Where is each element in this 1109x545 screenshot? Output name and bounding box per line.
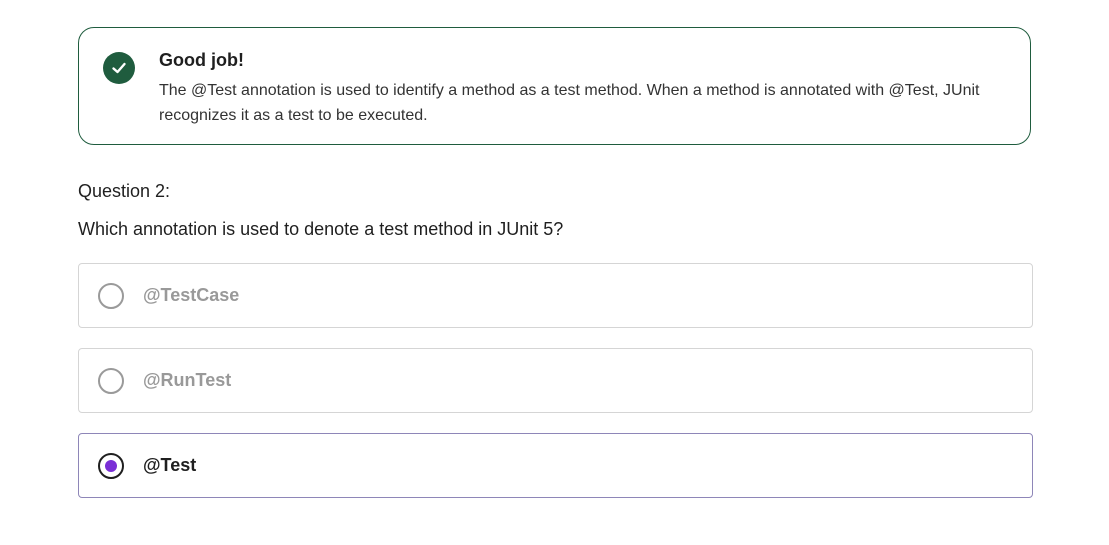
radio-button[interactable] [98,283,124,309]
question-number: Question 2: [78,181,171,201]
feedback-title: Good job! [159,50,244,70]
answer-option-testcase[interactable]: @TestCase [78,263,1033,328]
radio-button[interactable] [98,368,124,394]
checkmark-icon [103,52,135,84]
question-text: Which annotation is used to denote a tes… [78,219,564,239]
answer-option-test[interactable]: @Test [78,433,1033,498]
feedback-panel: Good job! The @Test annotation is used t… [78,27,1031,145]
answer-option-label: @TestCase [143,285,240,305]
answer-option-label: @Test [143,455,197,475]
radio-button-selected[interactable] [98,453,124,479]
answer-option-runtest[interactable]: @RunTest [78,348,1033,413]
answer-option-label: @RunTest [143,370,232,390]
radio-selected-dot [105,460,117,472]
feedback-message: The @Test annotation is used to identify… [159,82,980,124]
